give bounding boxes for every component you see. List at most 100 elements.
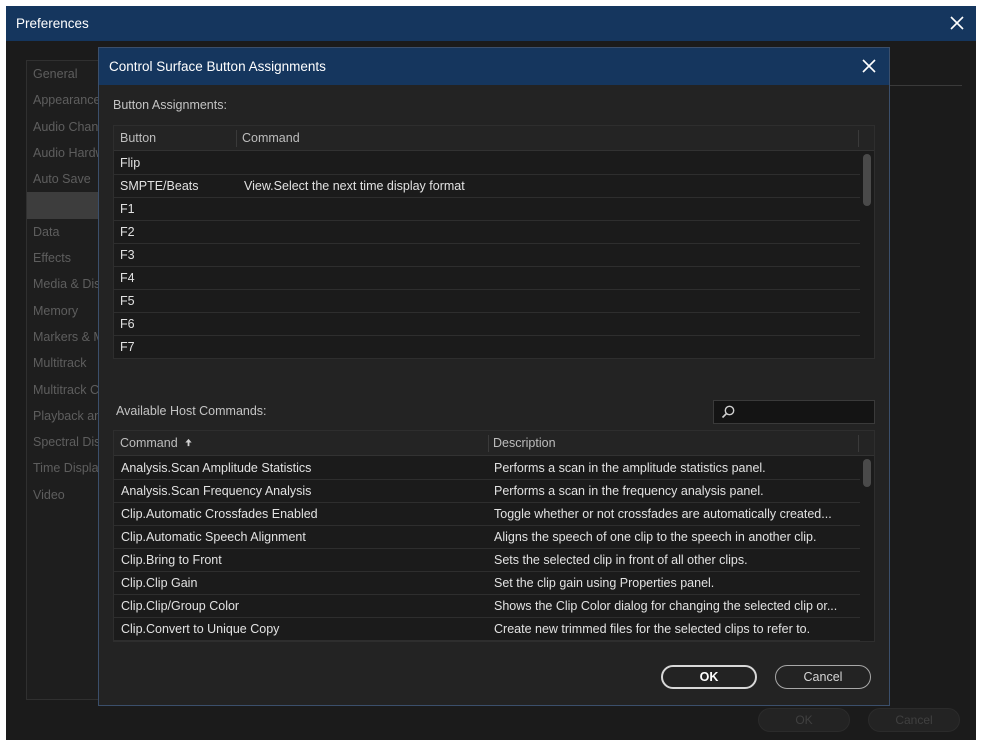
sidebar-item[interactable]	[27, 192, 109, 219]
column-separator	[858, 130, 859, 147]
table-row[interactable]: F4	[114, 267, 860, 290]
description-cell: Sets the selected clip in front of all o…	[494, 553, 748, 567]
table-row[interactable]: F2	[114, 221, 860, 244]
column-header-description[interactable]: Description	[487, 431, 556, 456]
sidebar-item[interactable]: Playback and Recording	[27, 403, 109, 429]
table-row[interactable]: Analysis.Scan Frequency Analysis Performs…	[114, 480, 860, 503]
command-cell: Clip.Automatic Speech Alignment	[121, 530, 306, 544]
table-row[interactable]: Analysis.Scan Amplitude Statistics Perfor…	[114, 457, 860, 480]
sidebar-item[interactable]: Video	[27, 482, 109, 508]
sidebar-item[interactable]: Data	[27, 219, 109, 245]
button-cell: F3	[120, 248, 135, 262]
command-cell: View.Select the next time display format	[244, 179, 465, 193]
table-row[interactable]: Clip.Bring to Front Sets the selected cli…	[114, 549, 860, 572]
button-assignments-label: Button Assignments:	[113, 98, 227, 112]
table-row[interactable]: Clip.Convert to Unique Copy Create new tr…	[114, 618, 860, 641]
button-cell: F1	[120, 202, 135, 216]
command-cell: Clip.Convert to Unique Copy	[121, 622, 280, 636]
scrollbar-thumb[interactable]	[863, 459, 871, 487]
table-row[interactable]: F1	[114, 198, 860, 221]
command-cell: Clip.Bring to Front	[121, 553, 222, 567]
sidebar-item[interactable]: Media & Disk Cache	[27, 271, 109, 297]
button-cell: F7	[120, 340, 135, 354]
table-row[interactable]: Clip.Clip/Group Color Shows the Clip Colo…	[114, 595, 860, 618]
button-cell: SMPTE/Beats	[120, 179, 199, 193]
host-commands-rows: Analysis.Scan Amplitude Statistics Perfor…	[114, 457, 860, 641]
sidebar-item[interactable]: Markers & Metadata	[27, 324, 109, 350]
column-header-button[interactable]: Button	[114, 126, 156, 151]
dialog-title: Control Surface Button Assignments	[109, 59, 326, 74]
table-header: Button Command	[114, 126, 874, 151]
scrollbar-thumb[interactable]	[863, 154, 871, 206]
sidebar-item[interactable]: Audio Hardware	[27, 140, 109, 166]
sidebar-item[interactable]: Appearance	[27, 87, 109, 113]
description-cell: Shows the Clip Color dialog for changing…	[494, 599, 838, 613]
search-input[interactable]	[713, 400, 875, 424]
command-cell	[244, 290, 844, 313]
preferences-cancel-button[interactable]: Cancel	[868, 708, 960, 732]
search-icon	[720, 404, 736, 420]
sidebar-item[interactable]: General	[27, 61, 109, 87]
preferences-titlebar: Preferences	[6, 6, 976, 41]
command-cell	[244, 336, 844, 358]
table-row[interactable]: F5	[114, 290, 860, 313]
preferences-ok-button[interactable]: OK	[758, 708, 850, 732]
table-row[interactable]: F7	[114, 336, 860, 358]
preferences-title: Preferences	[16, 16, 89, 31]
divider	[890, 85, 962, 86]
command-cell: Clip.Clip/Group Color	[121, 599, 240, 613]
command-cell: Analysis.Scan Frequency Analysis	[121, 484, 312, 498]
command-cell	[244, 221, 844, 244]
command-cell: Clip.Clip Gain	[121, 576, 198, 590]
sidebar-item[interactable]: Time Display	[27, 455, 109, 481]
button-cell: F6	[120, 317, 135, 331]
column-header-command[interactable]: Command	[236, 126, 300, 151]
description-cell: Toggle whether or not crossfades are aut…	[494, 507, 832, 521]
table-row[interactable]: SMPTE/Beats View.Select the next time dis…	[114, 175, 860, 198]
scrollbar[interactable]	[862, 457, 872, 641]
table-row[interactable]: F3	[114, 244, 860, 267]
button-assignments-rows: Flip SMPTE/Beats View.Select the next time…	[114, 152, 860, 358]
host-commands-table: Command Description Analysis.Scan Amplit…	[113, 430, 875, 642]
table-row[interactable]: Clip.Automatic Speech Alignment Aligns th…	[114, 526, 860, 549]
close-icon[interactable]	[944, 10, 970, 36]
column-separator	[858, 435, 859, 452]
button-cell: F4	[120, 271, 135, 285]
table-row[interactable]: Clip.Automatic Crossfades Enabled Toggle …	[114, 503, 860, 526]
sidebar-item[interactable]: Spectral Displays	[27, 429, 109, 455]
description-cell: Create new trimmed files for the selecte…	[494, 622, 811, 636]
command-cell	[244, 267, 844, 290]
sidebar-item[interactable]: Audio Channel Mapping	[27, 114, 109, 140]
description-cell: Set the clip gain using Properties panel…	[494, 576, 715, 590]
command-cell	[244, 198, 844, 221]
cancel-button[interactable]: Cancel	[775, 665, 871, 689]
sidebar-item[interactable]: Effects	[27, 245, 109, 271]
command-cell: Clip.Automatic Crossfades Enabled	[121, 507, 318, 521]
command-cell	[244, 244, 844, 267]
description-cell: Performs a scan in the frequency analysi…	[494, 484, 764, 498]
column-header-command-label: Command	[120, 436, 178, 450]
table-row[interactable]: F6	[114, 313, 860, 336]
ok-button[interactable]: OK	[661, 665, 757, 689]
available-host-commands-label: Available Host Commands:	[116, 404, 267, 418]
table-row[interactable]: Flip	[114, 152, 860, 175]
description-cell: Aligns the speech of one clip to the spe…	[494, 530, 817, 544]
dialog-titlebar: Control Surface Button Assignments	[99, 48, 889, 85]
close-icon[interactable]	[857, 54, 881, 78]
table-row[interactable]: Clip.Clip Gain Set the clip gain using Pr…	[114, 572, 860, 595]
sort-ascending-icon	[185, 438, 192, 447]
sidebar-item[interactable]: Memory	[27, 298, 109, 324]
command-cell	[244, 313, 844, 336]
button-assignments-dialog: Control Surface Button Assignments Butto…	[98, 47, 890, 706]
table-header: Command Description	[114, 431, 874, 456]
button-cell: F5	[120, 294, 135, 308]
sidebar-item[interactable]: Multitrack	[27, 350, 109, 376]
column-header-command[interactable]: Command	[114, 431, 193, 456]
sidebar-item[interactable]: Multitrack Clips	[27, 377, 109, 403]
button-cell: Flip	[120, 156, 141, 170]
scrollbar[interactable]	[862, 152, 872, 358]
command-cell: Analysis.Scan Amplitude Statistics	[121, 461, 312, 475]
sidebar-item[interactable]: Auto Save	[27, 166, 109, 192]
button-assignments-table: Button Command Flip SMPTE/Beats View.Selec…	[113, 125, 875, 359]
command-cell	[244, 152, 844, 175]
